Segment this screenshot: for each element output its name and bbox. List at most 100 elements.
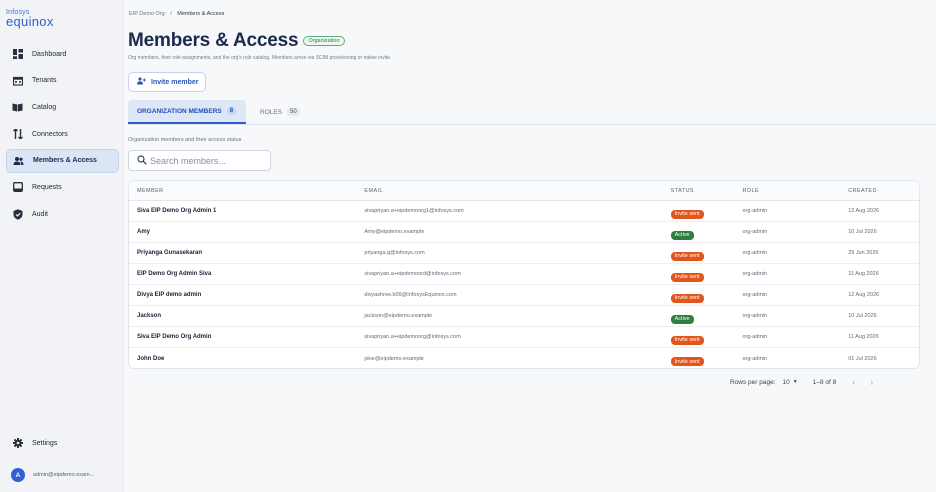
member-role: org-admin — [742, 355, 768, 362]
sidebar-item-members-access[interactable]: Members & Access — [6, 148, 119, 173]
sidebar: Infosys equinox Dashboard Tenants Catalo… — [0, 0, 124, 492]
table-body: Siva EIP Demo Org Admin 1 sivapriyan.a+ei… — [129, 201, 919, 368]
catalog-icon — [12, 102, 23, 113]
sidebar-item-requests[interactable]: Requests — [6, 175, 119, 199]
member-email: sivapriyan.a+eipdemoord@infosys.com — [364, 271, 461, 277]
tab-organization-members[interactable]: ORGANIZATION MEMBERS 8 — [128, 100, 246, 124]
member-name: Jackson — [137, 313, 162, 319]
sidebar-item-audit[interactable]: Audit — [6, 202, 119, 226]
breadcrumb-parent[interactable]: EIP Demo Org — [129, 11, 165, 17]
page-title: Members & Access — [128, 30, 299, 51]
brand-logo[interactable]: Infosys equinox — [6, 9, 54, 28]
tab-label: ROLES — [260, 108, 283, 116]
member-role: org-admin — [742, 250, 768, 256]
add-user-icon — [137, 77, 146, 87]
rows-per-page-label: Rows per page: — [730, 378, 776, 386]
search-icon — [137, 152, 150, 170]
member-created: 12 Aug 2026 — [848, 292, 880, 298]
table-row[interactable]: Jackson jackson@eipdemo.example Active org-… — [129, 306, 919, 327]
table-row[interactable]: Siva EIP Demo Org Admin sivapriyan.a+eipd… — [129, 327, 919, 348]
status-cell: Invite sent — [670, 286, 743, 304]
status-cell: Active — [670, 223, 743, 241]
next-page-button[interactable]: › — [870, 377, 873, 387]
page-subtitle: Org members, their role assignments, and… — [128, 55, 392, 61]
member-role: org-admin — [742, 229, 768, 235]
status-cell: Invite sent — [670, 328, 743, 346]
sidebar-item-label: Catalog — [32, 103, 57, 111]
members-table: MEMBER EMAIL STATUS ROLE CREATED Siva EI… — [128, 180, 920, 369]
member-role: org-admin — [742, 334, 768, 340]
status-cell: Invite sent — [670, 265, 743, 283]
tab-roles[interactable]: ROLES 50 — [260, 100, 300, 124]
column-header-role[interactable]: ROLE — [742, 188, 848, 194]
status-badge: Active — [670, 314, 694, 324]
tenants-icon — [12, 75, 23, 86]
sidebar-item-label: Members & Access — [33, 157, 97, 165]
member-role: org-admin — [742, 292, 768, 298]
sidebar-item-tenants[interactable]: Tenants — [6, 69, 119, 93]
status-badge: Invite sent — [670, 251, 704, 261]
table-row[interactable]: Divya EIP demo admin divyashree.b09@Infos… — [129, 285, 919, 306]
sidebar-item-settings[interactable]: Settings — [6, 431, 119, 455]
table-row[interactable]: Amy Amy@eipdemo.example Active org-admin 10 … — [129, 222, 919, 243]
gear-icon — [12, 438, 23, 449]
invite-member-label: Invite member — [151, 78, 199, 86]
member-name: Siva EIP Demo Org Admin — [137, 334, 212, 340]
member-created: 10 Jul 2026 — [848, 313, 877, 319]
column-header-status[interactable]: STATUS — [671, 188, 743, 194]
status-badge: Invite sent — [670, 209, 704, 219]
status-badge: Active — [670, 230, 694, 240]
sidebar-item-dashboard[interactable]: Dashboard — [6, 42, 119, 66]
sidebar-item-connectors[interactable]: Connectors — [6, 122, 119, 146]
chevron-left-icon: ‹ — [852, 377, 856, 387]
member-name: Divya EIP demo admin — [137, 292, 202, 298]
member-email: sivapriyan.a+eipdemoorg@infosys.com — [364, 334, 461, 340]
page-range: 1–8 of 8 — [812, 378, 837, 386]
member-role: org-admin — [742, 208, 768, 214]
member-email: jackson@eipdemo.example — [364, 313, 433, 319]
rows-per-page-select[interactable]: 10 ▼ — [783, 379, 798, 386]
column-header-member[interactable]: MEMBER — [129, 188, 364, 194]
status-badge: Invite sent — [670, 335, 704, 345]
avatar: A — [11, 468, 25, 482]
sidebar-item-label: Tenants — [32, 77, 57, 85]
sidebar-item-label: Audit — [32, 210, 48, 218]
member-name: Amy — [137, 229, 151, 235]
table-row[interactable]: John Doe jdoe@eipdemo.example Invite sent o… — [129, 348, 919, 368]
member-created: 01 Jul 2026 — [848, 355, 877, 362]
connectors-icon — [12, 129, 23, 140]
column-header-email[interactable]: EMAIL — [364, 188, 670, 194]
member-email: divyashree.b09@InfosysEquinox.com — [364, 292, 457, 298]
search-input[interactable] — [150, 155, 270, 166]
sidebar-item-label: Requests — [32, 183, 62, 191]
member-email: Amy@eipdemo.example — [364, 229, 425, 235]
chevron-right-icon: › — [870, 377, 874, 387]
requests-icon — [12, 182, 23, 193]
member-created: 11 Aug 2026 — [848, 334, 879, 340]
audit-shield-icon — [12, 208, 23, 220]
member-name: EIP Demo Org Admin Siva — [137, 271, 212, 277]
table-header: MEMBER EMAIL STATUS ROLE CREATED — [129, 181, 919, 201]
member-created: 10 Jul 2026 — [848, 229, 877, 235]
status-cell: Invite sent — [670, 244, 743, 262]
table-row[interactable]: Priyanga Gunasekaran priyanga.g@infosys.c… — [129, 243, 919, 264]
table-row[interactable]: Siva EIP Demo Org Admin 1 sivapriyan.a+ei… — [129, 201, 919, 222]
sidebar-item-catalog[interactable]: Catalog — [6, 95, 119, 119]
main-content: EIP Demo Org / Members & Access Members … — [124, 0, 936, 492]
user-email: admin@eipdemo.exam... — [33, 472, 95, 478]
invite-member-button[interactable]: Invite member — [128, 72, 206, 92]
sidebar-item-label: Connectors — [32, 130, 68, 138]
member-email: priyanga.g@infosys.com — [364, 250, 425, 256]
scope-badge: Organization — [303, 36, 345, 46]
user-profile[interactable]: A admin@eipdemo.exam... — [11, 468, 94, 482]
sidebar-item-label: Settings — [32, 439, 58, 447]
member-name: Priyanga Gunasekaran — [137, 250, 203, 256]
prev-page-button[interactable]: ‹ — [852, 377, 855, 387]
member-created: 11 Aug 2026 — [848, 271, 879, 277]
member-name: John Doe — [137, 355, 165, 362]
tab-label: ORGANIZATION MEMBERS — [137, 107, 222, 115]
table-row[interactable]: EIP Demo Org Admin Siva sivapriyan.a+eipd… — [129, 264, 919, 285]
dashboard-icon — [12, 49, 23, 60]
search-box[interactable] — [128, 150, 271, 171]
column-header-created[interactable]: CREATED — [848, 188, 919, 194]
